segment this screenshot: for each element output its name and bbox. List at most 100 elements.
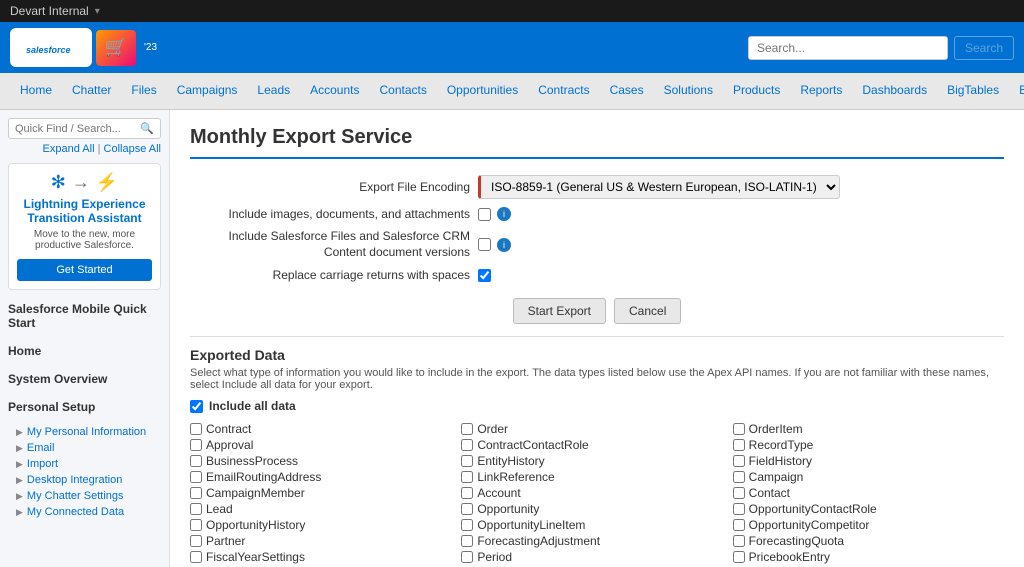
main-content: Monthly Export Service Export File Encod… [170,110,1024,567]
sidebar-item-import[interactable]: ▶ Import [8,456,161,472]
nav-item-chatter[interactable]: Chatter [62,73,121,109]
sidebar-item-connected-data[interactable]: ▶ My Connected Data [8,504,161,520]
year-badge: '23 [144,42,157,53]
data-checkbox-Order[interactable] [461,423,473,435]
nav-item-opportunities[interactable]: Opportunities [437,73,528,109]
sidebar-item-desktop-integration[interactable]: ▶ Desktop Integration [8,472,161,488]
carriage-checkbox[interactable] [478,269,491,282]
sidebar: 🔍 Expand All Collapse All ✻ → ⚡ Lightnin… [0,110,170,567]
data-checkbox-OpportunityContactRole[interactable] [733,503,745,515]
data-item: Contract [190,421,461,437]
data-checkbox-CampaignMember[interactable] [190,487,202,499]
data-checkbox-LinkReference[interactable] [461,471,473,483]
nav-item-cases[interactable]: Cases [600,73,654,109]
sidebar-section-mobile: Salesforce Mobile Quick Start [8,298,161,334]
data-checkbox-Contract[interactable] [190,423,202,435]
data-checkbox-Account[interactable] [461,487,473,499]
nav-item-solutions[interactable]: Solutions [654,73,723,109]
sidebar-search-container[interactable]: 🔍 [8,118,161,139]
nav-item-products[interactable]: Products [723,73,790,109]
data-item: EntityHistory [461,453,732,469]
sf-files-control: i [478,238,511,252]
data-checkbox-EntityHistory[interactable] [461,455,473,467]
nav-item-binarytables[interactable]: BinaryTables [1009,73,1024,109]
data-checkbox-RecordType[interactable] [733,439,745,451]
data-item: OpportunityCompetitor [733,517,1004,533]
sidebar-item-email[interactable]: ▶ Email [8,440,161,456]
sidebar-item-desktop-label: Desktop Integration [27,474,122,486]
collapse-all-link[interactable]: Collapse All [98,143,161,155]
images-control: i [478,207,511,221]
sf-files-checkbox[interactable] [478,238,491,251]
data-checkbox-Period[interactable] [461,551,473,563]
data-item: Partner [190,533,461,549]
sidebar-section-home: Home [8,340,161,362]
nav-item-files[interactable]: Files [121,73,166,109]
data-item: FieldHistory [733,453,1004,469]
data-checkbox-Contact[interactable] [733,487,745,499]
data-checkbox-Opportunity[interactable] [461,503,473,515]
nav-item-campaigns[interactable]: Campaigns [167,73,248,109]
sidebar-item-mobile-quick-start[interactable]: Salesforce Mobile Quick Start [8,298,161,334]
cancel-button[interactable]: Cancel [614,298,681,324]
header: salesforce 🛒 '23 Search [0,22,1024,73]
data-item: RecordType [733,437,1004,453]
sidebar-item-chatter-settings[interactable]: ▶ My Chatter Settings [8,488,161,504]
top-bar-dropdown-icon[interactable]: ▾ [95,6,100,17]
nav-item-dashboards[interactable]: Dashboards [852,73,937,109]
images-checkbox[interactable] [478,208,491,221]
data-checkbox-Partner[interactable] [190,535,202,547]
nav-item-contacts[interactable]: Contacts [369,73,436,109]
data-checkbox-BusinessProcess[interactable] [190,455,202,467]
data-checkbox-FieldHistory[interactable] [733,455,745,467]
nav-item-reports[interactable]: Reports [790,73,852,109]
data-checkbox-Approval[interactable] [190,439,202,451]
sf-files-info-badge[interactable]: i [497,238,511,252]
data-checkbox-PricebookEntry[interactable] [733,551,745,563]
exported-data-desc: Select what type of information you woul… [190,367,1004,391]
banner-title: Lightning Experience Transition Assistan… [17,197,152,225]
data-checkbox-FiscalYearSettings[interactable] [190,551,202,563]
sidebar-search-input[interactable] [15,123,140,135]
data-checkbox-Campaign[interactable] [733,471,745,483]
expand-all-link[interactable]: Expand All [43,143,95,155]
data-item: Approval [190,437,461,453]
nav-item-leads[interactable]: Leads [247,73,300,109]
search-button[interactable]: Search [954,36,1014,60]
data-checkbox-ForecastingAdjustment[interactable] [461,535,473,547]
images-info-badge[interactable]: i [497,207,511,221]
data-checkbox-Lead[interactable] [190,503,202,515]
sidebar-banner: ✻ → ⚡ Lightning Experience Transition As… [8,163,161,290]
arrow-icon: → [72,172,90,193]
get-started-button[interactable]: Get Started [17,259,152,281]
data-item: Opportunity [461,501,732,517]
data-checkbox-OpportunityCompetitor[interactable] [733,519,745,531]
sidebar-item-personal-info-label: My Personal Information [27,426,146,438]
start-export-button[interactable]: Start Export [513,298,606,324]
data-checkbox-OrderItem[interactable] [733,423,745,435]
encoding-label: Export File Encoding [190,180,470,194]
data-checkbox-EmailRoutingAddress[interactable] [190,471,202,483]
data-checkbox-ContractContactRole[interactable] [461,439,473,451]
sidebar-expand-links: Expand All Collapse All [8,143,161,155]
encoding-select[interactable]: ISO-8859-1 (General US & Western Europea… [478,175,840,199]
data-checkbox-ForecastingQuota[interactable] [733,535,745,547]
data-item: Period [461,549,732,565]
nav-item-contracts[interactable]: Contracts [528,73,599,109]
data-checkbox-OpportunityLineItem[interactable] [461,519,473,531]
data-item: Contact [733,485,1004,501]
sidebar-item-personal-info[interactable]: ▶ My Personal Information [8,424,161,440]
form-row-encoding: Export File Encoding ISO-8859-1 (General… [190,175,1004,199]
nav-item-bigtables[interactable]: BigTables [937,73,1009,109]
sidebar-item-home[interactable]: Home [8,340,161,362]
nav-item-home[interactable]: Home [10,73,62,109]
sidebar-item-system-overview[interactable]: System Overview [8,368,161,390]
nav-item-accounts[interactable]: Accounts [300,73,369,109]
chevron-icon-email: ▶ [16,443,23,454]
search-input[interactable] [748,36,948,60]
form-row-carriage: Replace carriage returns with spaces [190,268,1004,282]
data-checkbox-OpportunityHistory[interactable] [190,519,202,531]
sidebar-item-personal-setup[interactable]: Personal Setup [8,396,161,418]
search-icon: 🔍 [140,122,154,135]
include-all-checkbox[interactable] [190,400,203,413]
